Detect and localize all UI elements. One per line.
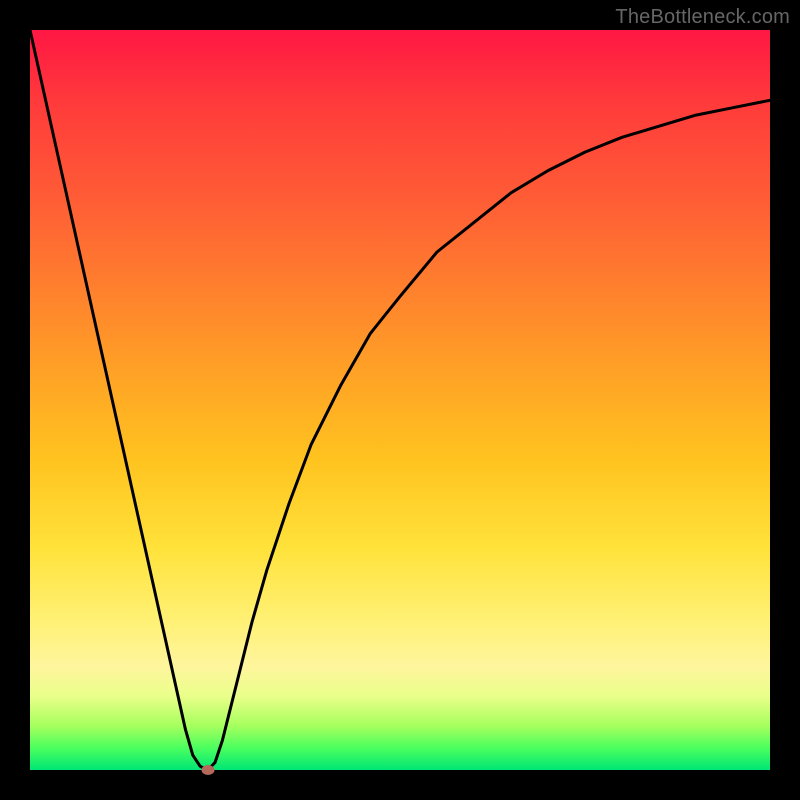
bottleneck-curve — [30, 30, 770, 770]
operating-point-marker — [201, 765, 214, 775]
watermark-text: TheBottleneck.com — [615, 6, 790, 29]
chart-container: TheBottleneck.com — [0, 0, 800, 800]
curve-svg — [30, 30, 770, 770]
plot-area — [30, 30, 770, 770]
